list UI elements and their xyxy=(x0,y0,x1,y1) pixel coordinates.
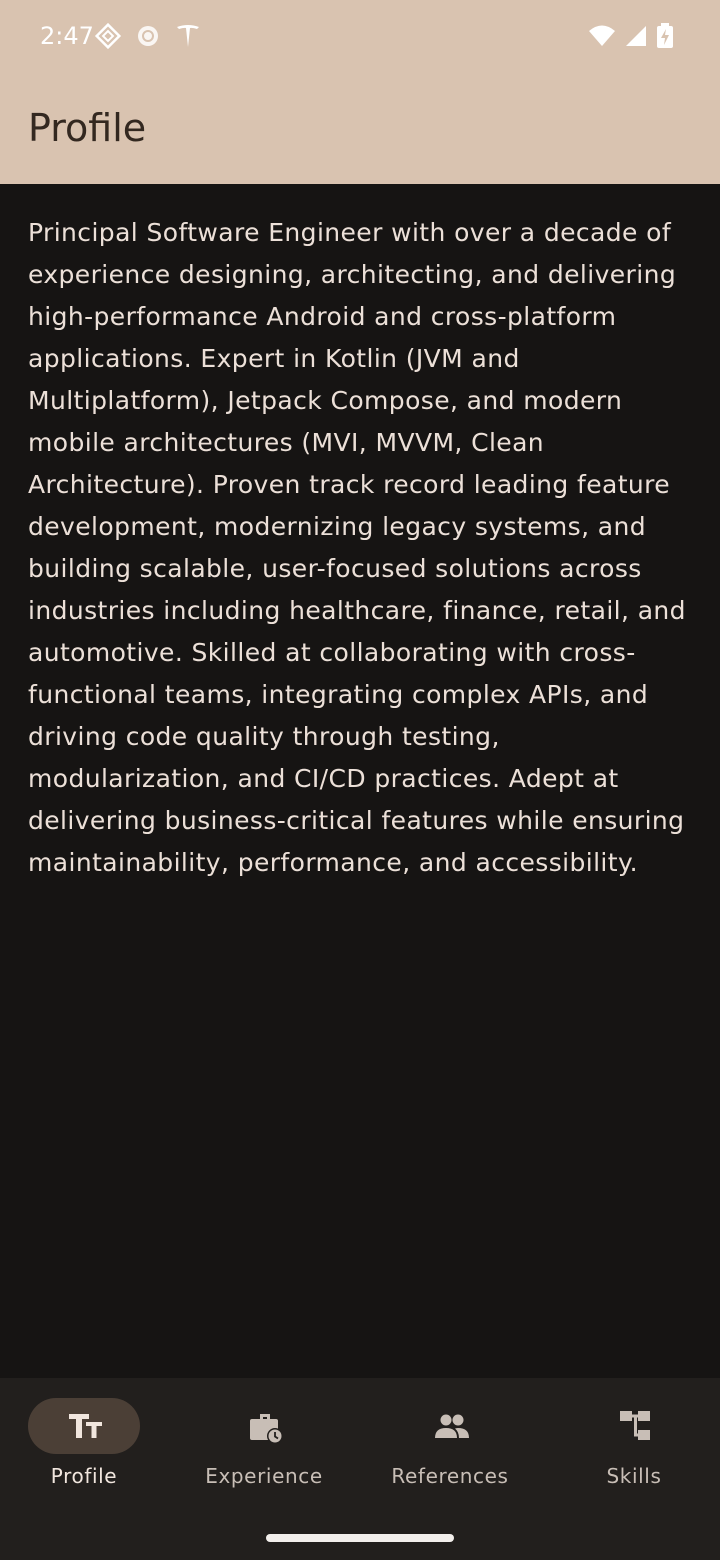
text-fields-icon xyxy=(69,1414,102,1438)
nav-item-skills[interactable]: Skills xyxy=(550,1398,720,1498)
top-app-bar: Profile xyxy=(0,72,720,184)
nav-label-references: References xyxy=(391,1464,509,1488)
notification-circle-icon xyxy=(138,26,158,46)
nav-label-experience: Experience xyxy=(205,1464,323,1488)
nav-item-profile[interactable]: Profile xyxy=(0,1398,180,1498)
status-bar: 2:47 xyxy=(0,0,720,72)
tesla-logo-icon xyxy=(177,25,199,47)
status-icons-left xyxy=(94,22,202,50)
nav-label-skills: Skills xyxy=(606,1464,662,1488)
work-history-icon xyxy=(250,1414,283,1444)
nav-item-references[interactable]: References xyxy=(366,1398,546,1498)
cellular-signal-icon xyxy=(626,26,646,46)
account-tree-icon xyxy=(620,1411,650,1440)
profile-summary: Principal Software Engineer with over a … xyxy=(28,218,686,877)
page-title: Profile xyxy=(28,106,147,150)
wifi-icon xyxy=(589,25,615,46)
battery-charging-icon xyxy=(657,23,673,48)
people-icon xyxy=(435,1414,469,1438)
nav-label-profile: Profile xyxy=(50,1464,118,1488)
status-time: 2:47 xyxy=(40,22,94,50)
notification-diamond-icon xyxy=(94,22,122,50)
status-icons-right xyxy=(588,22,674,50)
home-gesture-bar[interactable] xyxy=(266,1534,454,1542)
profile-content[interactable]: Principal Software Engineer with over a … xyxy=(0,184,720,1378)
nav-item-experience[interactable]: Experience xyxy=(180,1398,360,1498)
bottom-navigation: Profile Experience References Skills xyxy=(0,1378,720,1560)
